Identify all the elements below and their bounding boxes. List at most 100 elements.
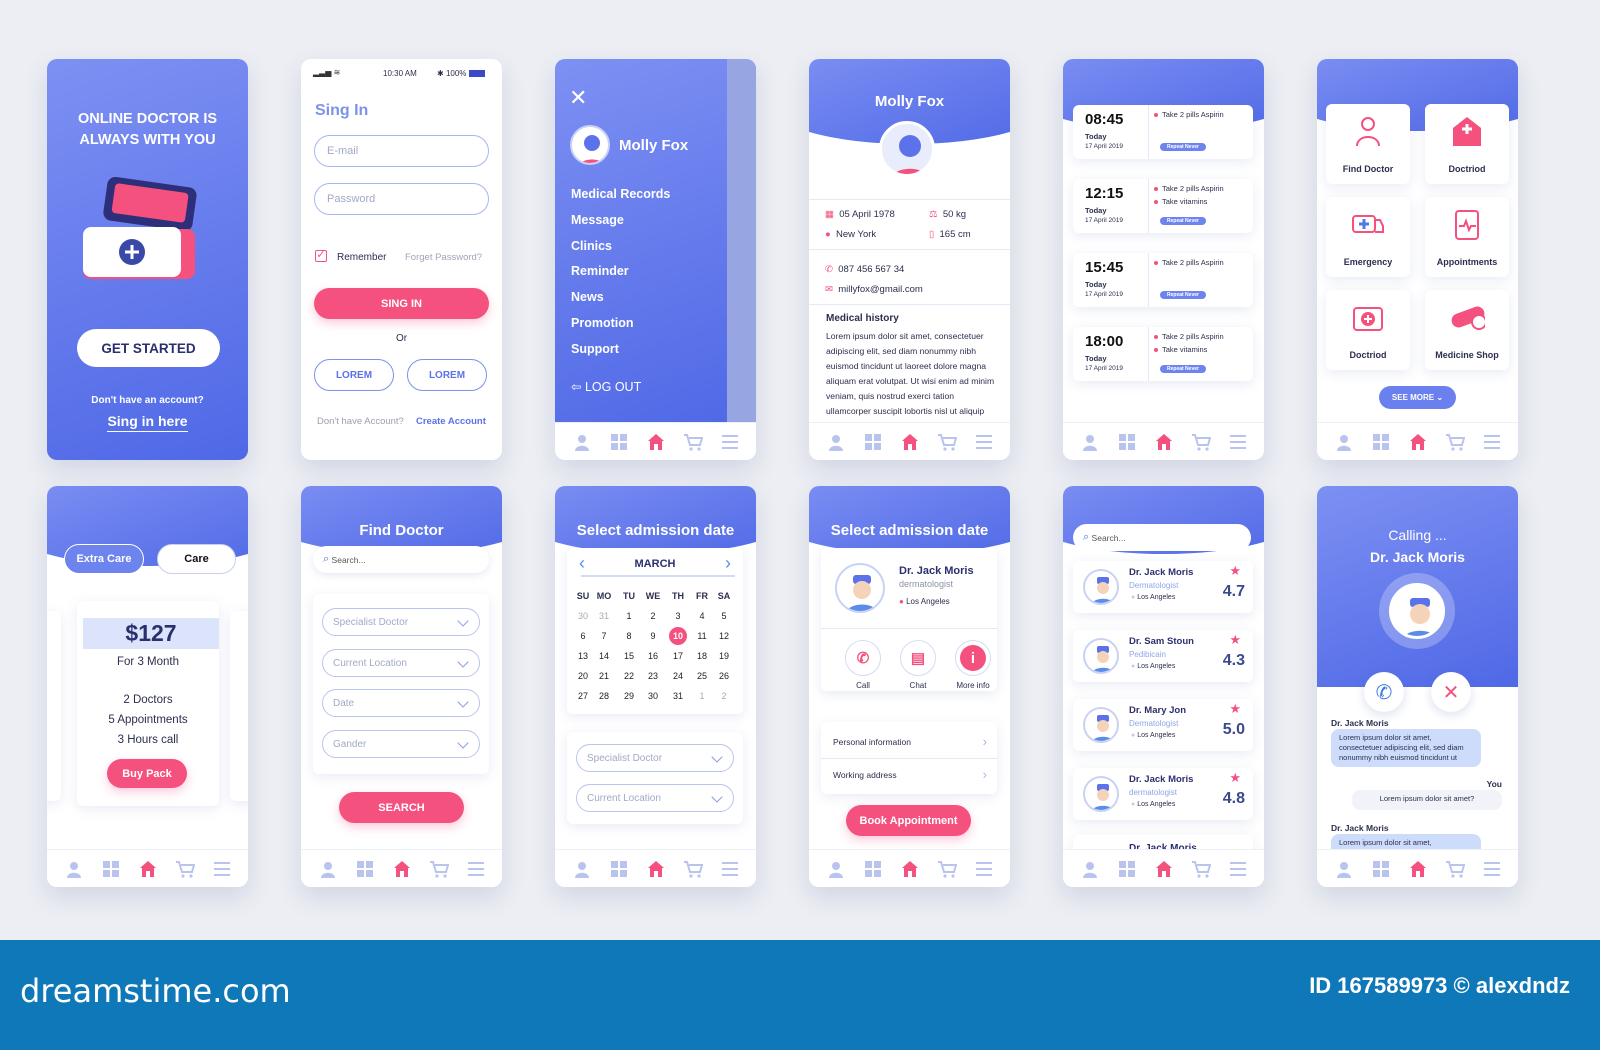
grid-icon[interactable] <box>1117 859 1137 879</box>
menu-icon[interactable] <box>720 432 740 452</box>
email-field[interactable]: E-mail <box>314 135 489 167</box>
calendar-day[interactable]: 24 <box>669 667 687 685</box>
service-tile[interactable]: Emergency <box>1326 197 1410 277</box>
calendar-day[interactable]: 20 <box>574 667 592 685</box>
buy-pack-button[interactable]: Buy Pack <box>107 759 187 788</box>
sign-in-link[interactable]: Sing in here <box>107 413 188 432</box>
home-icon[interactable] <box>1408 859 1428 879</box>
cart-icon[interactable] <box>683 859 703 879</box>
home-icon[interactable] <box>138 859 158 879</box>
home-icon[interactable] <box>1154 432 1174 452</box>
search-input[interactable]: ⌕ Search... <box>313 546 489 573</box>
location-select[interactable]: Current Location <box>322 649 480 677</box>
user-icon[interactable] <box>318 859 338 879</box>
adjacent-plan-card[interactable] <box>230 611 248 801</box>
calendar-day[interactable]: 23 <box>644 667 662 685</box>
user-icon[interactable] <box>826 859 846 879</box>
cart-icon[interactable] <box>1445 859 1465 879</box>
calendar-day[interactable]: 26 <box>715 667 733 685</box>
remember-checkbox[interactable]: ✓ <box>315 250 327 262</box>
get-started-button[interactable]: GET STARTED <box>77 329 220 367</box>
reminder-card[interactable]: 15:45 Today 17 April 2019 Take 2 pills Aspi… <box>1073 253 1253 307</box>
cart-icon[interactable] <box>1191 859 1211 879</box>
calendar-day[interactable]: 3 <box>669 607 687 625</box>
grid-icon[interactable] <box>863 859 883 879</box>
calendar-day[interactable]: 9 <box>644 627 662 645</box>
repeat-badge[interactable]: Repeat Never <box>1160 291 1206 299</box>
service-tile[interactable]: Find Doctor <box>1326 104 1410 184</box>
menu-icon[interactable] <box>1482 432 1502 452</box>
password-field[interactable]: Password <box>314 183 489 215</box>
calendar-day-selected[interactable]: 10 <box>669 627 687 645</box>
menu-item-clinics[interactable]: Clinics <box>571 239 612 253</box>
reminder-card[interactable]: 08:45 Today 17 April 2019 Take 2 pills Aspi… <box>1073 105 1253 159</box>
menu-icon[interactable] <box>720 859 740 879</box>
doctor-card[interactable]: Dr. Jack Moris Dermatologist ● Los Angeles… <box>1073 561 1253 613</box>
more-info-button[interactable]: i <box>955 640 991 676</box>
cart-icon[interactable] <box>175 859 195 879</box>
answer-call-button[interactable]: ✆ <box>1364 672 1404 712</box>
tab-extra-care[interactable]: Extra Care <box>64 544 144 574</box>
menu-item-medical-records[interactable]: Medical Records <box>571 187 670 201</box>
menu-item-support[interactable]: Support <box>571 342 619 356</box>
user-icon[interactable] <box>1334 859 1354 879</box>
user-icon[interactable] <box>64 859 84 879</box>
calendar-day[interactable]: 28 <box>595 687 613 705</box>
grid-icon[interactable] <box>1371 432 1391 452</box>
calendar-day[interactable]: 2 <box>715 687 733 705</box>
menu-overlay[interactable] <box>727 59 756 422</box>
calendar-day[interactable]: 2 <box>644 607 662 625</box>
service-tile[interactable]: Appointments <box>1425 197 1509 277</box>
gender-select[interactable]: Gander <box>322 730 480 758</box>
specialist-select[interactable]: Specialist Doctor <box>576 744 734 772</box>
cart-icon[interactable] <box>1191 432 1211 452</box>
user-icon[interactable] <box>826 432 846 452</box>
location-select[interactable]: Current Location <box>576 784 734 812</box>
menu-icon[interactable] <box>466 859 486 879</box>
home-icon[interactable] <box>1408 432 1428 452</box>
cart-icon[interactable] <box>683 432 703 452</box>
grid-icon[interactable] <box>355 859 375 879</box>
home-icon[interactable] <box>900 432 920 452</box>
repeat-badge[interactable]: Repeat Never <box>1160 217 1206 225</box>
grid-icon[interactable] <box>1117 432 1137 452</box>
menu-item-promotion[interactable]: Promotion <box>571 316 634 330</box>
doctor-card[interactable]: Dr. Jack Moris dermatologist ● Los Angeles… <box>1073 768 1253 820</box>
date-select[interactable]: Date <box>322 689 480 717</box>
menu-icon[interactable] <box>212 859 232 879</box>
calendar-day[interactable]: 30 <box>644 687 662 705</box>
repeat-badge[interactable]: Repeat Never <box>1160 365 1206 373</box>
calendar-day[interactable]: 30 <box>574 607 592 625</box>
working-address-row[interactable]: Working address › <box>833 767 987 782</box>
user-icon[interactable] <box>1080 432 1100 452</box>
calendar-day[interactable]: 29 <box>620 687 638 705</box>
menu-icon[interactable] <box>1228 432 1248 452</box>
menu-item-reminder[interactable]: Reminder <box>571 264 629 278</box>
adjacent-plan-card[interactable] <box>47 611 61 801</box>
menu-item-message[interactable]: Message <box>571 213 624 227</box>
chat-button[interactable]: ▤ <box>900 640 936 676</box>
logout-button[interactable]: ⇦ LOG OUT <box>571 379 641 394</box>
calendar-day[interactable]: 21 <box>595 667 613 685</box>
grid-icon[interactable] <box>101 859 121 879</box>
calendar-day[interactable]: 7 <box>595 627 613 645</box>
calendar-day[interactable]: 27 <box>574 687 592 705</box>
calendar-day[interactable]: 18 <box>693 647 711 665</box>
close-icon[interactable]: ✕ <box>569 87 587 109</box>
menu-icon[interactable] <box>974 432 994 452</box>
user-icon[interactable] <box>572 859 592 879</box>
search-input[interactable]: ⌕ Search... <box>1073 524 1251 551</box>
home-icon[interactable] <box>392 859 412 879</box>
menu-icon[interactable] <box>1228 859 1248 879</box>
calendar-day[interactable]: 14 <box>595 647 613 665</box>
personal-information-row[interactable]: Personal information › <box>833 734 987 749</box>
grid-icon[interactable] <box>609 859 629 879</box>
decline-call-button[interactable]: ✕ <box>1431 672 1471 712</box>
calendar-day[interactable]: 31 <box>669 687 687 705</box>
see-more-button[interactable]: SEE MORE ⌄ <box>1379 386 1456 409</box>
user-icon[interactable] <box>572 432 592 452</box>
sign-in-button[interactable]: SING IN <box>314 288 489 319</box>
grid-icon[interactable] <box>1371 859 1391 879</box>
calendar-day[interactable]: 31 <box>595 607 613 625</box>
doctor-card[interactable]: Dr. Mary Jon Dermatologist ● Los Angeles ★ 5… <box>1073 699 1253 751</box>
